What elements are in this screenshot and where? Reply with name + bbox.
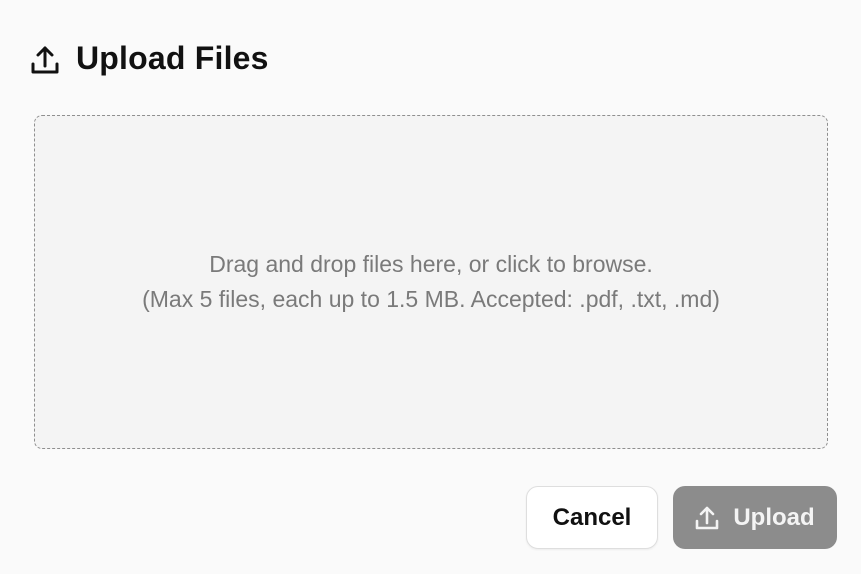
- upload-files-dialog: Upload Files Drag and drop files here, o…: [0, 0, 861, 574]
- dialog-actions: Cancel Upload: [526, 486, 837, 549]
- upload-icon: [30, 42, 60, 78]
- dialog-header: Upload Files: [30, 38, 269, 78]
- upload-button-label: Upload: [733, 503, 815, 531]
- upload-icon: [695, 505, 719, 531]
- dialog-title: Upload Files: [76, 39, 269, 76]
- upload-button[interactable]: Upload: [673, 486, 837, 549]
- dropzone-instructions: Drag and drop files here, or click to br…: [209, 251, 653, 277]
- file-dropzone[interactable]: Drag and drop files here, or click to br…: [34, 115, 828, 449]
- dropzone-constraints: (Max 5 files, each up to 1.5 MB. Accepte…: [142, 286, 720, 312]
- cancel-button[interactable]: Cancel: [526, 486, 658, 549]
- cancel-button-label: Cancel: [552, 503, 632, 531]
